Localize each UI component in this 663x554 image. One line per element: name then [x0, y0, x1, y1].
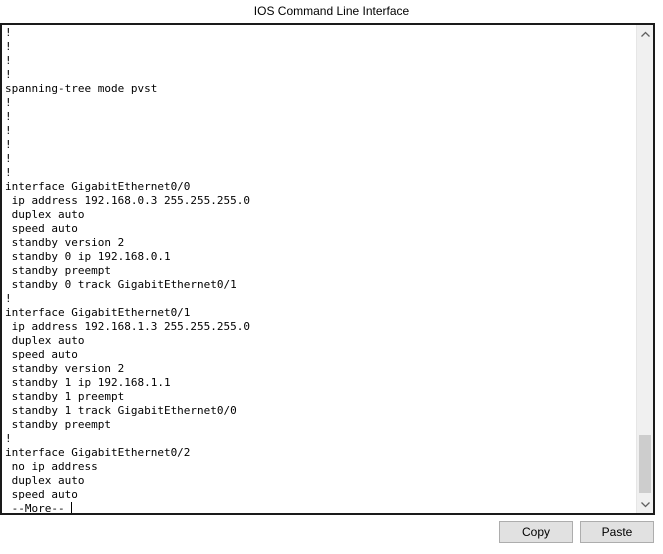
- terminal-line: !: [5, 40, 12, 53]
- terminal-output[interactable]: !!!! spanning-tree mode pvst!!!!!! interfa…: [5, 26, 251, 513]
- vertical-scrollbar[interactable]: [636, 25, 653, 513]
- terminal-line: standby preempt: [5, 264, 111, 277]
- terminal-line: standby version 2: [5, 236, 125, 249]
- terminal-line: --More--: [5, 502, 250, 513]
- terminal-line: duplex auto: [5, 208, 85, 221]
- terminal-line: interface GigabitEthernet0/2: [5, 446, 191, 459]
- terminal-line: standby 0 ip 192.168.0.1: [5, 250, 171, 263]
- terminal-line: speed auto: [5, 488, 78, 501]
- terminal-line: !: [5, 124, 12, 137]
- text-cursor: [70, 502, 72, 513]
- terminal-line: speed auto: [5, 348, 78, 361]
- terminal-line: !: [5, 292, 12, 305]
- terminal-line: interface GigabitEthernet0/0: [5, 180, 191, 193]
- scroll-thumb[interactable]: [639, 435, 651, 493]
- terminal-line: standby 1 track GigabitEthernet0/0: [5, 404, 237, 417]
- cli-terminal[interactable]: !!!! spanning-tree mode pvst!!!!!! interfa…: [0, 23, 655, 515]
- window-title: IOS Command Line Interface: [253, 4, 410, 18]
- terminal-line: standby preempt: [5, 418, 111, 431]
- terminal-line: standby version 2: [5, 362, 125, 375]
- terminal-line: !: [5, 26, 12, 39]
- terminal-line: ip address 192.168.0.3 255.255.255.0: [5, 194, 251, 207]
- terminal-line: standby 1 ip 192.168.1.1: [5, 376, 171, 389]
- terminal-line: !: [5, 138, 12, 151]
- terminal-line: interface GigabitEthernet0/1: [5, 306, 191, 319]
- terminal-line: duplex auto: [5, 334, 85, 347]
- terminal-line: !: [5, 152, 12, 165]
- scroll-up-icon[interactable]: [637, 25, 653, 42]
- terminal-line: !: [5, 96, 12, 109]
- terminal-line: standby 0 track GigabitEthernet0/1: [5, 278, 237, 291]
- terminal-line: !: [5, 110, 12, 123]
- terminal-line: no ip address: [5, 460, 98, 473]
- terminal-line: !: [5, 68, 12, 81]
- terminal-line: !: [5, 166, 12, 179]
- terminal-line: ip address 192.168.1.3 255.255.255.0: [5, 320, 251, 333]
- terminal-line: duplex auto: [5, 474, 85, 487]
- terminal-line: !: [5, 432, 12, 445]
- terminal-line: standby 1 preempt: [5, 390, 125, 403]
- terminal-line: speed auto: [5, 222, 78, 235]
- copy-button[interactable]: Copy: [499, 521, 573, 543]
- paste-button[interactable]: Paste: [580, 521, 654, 543]
- terminal-line: spanning-tree mode pvst: [5, 82, 158, 95]
- scroll-down-icon[interactable]: [637, 496, 653, 513]
- terminal-line: !: [5, 54, 12, 67]
